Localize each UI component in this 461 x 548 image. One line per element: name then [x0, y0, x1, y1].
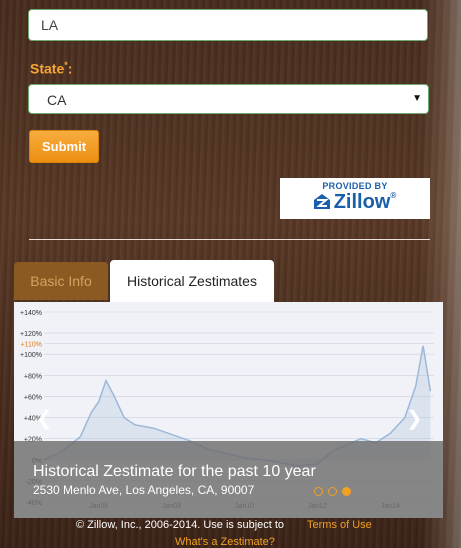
zillow-logo: Zillow®: [280, 191, 430, 214]
state-select[interactable]: CA ▼: [28, 84, 429, 114]
carousel-dot[interactable]: [314, 487, 323, 496]
tab-historical-zestimates[interactable]: Historical Zestimates: [110, 260, 274, 302]
carousel-dots: [314, 483, 356, 501]
provided-by-label: PROVIDED BY: [322, 181, 388, 191]
chart-caption-address: 2530 Menlo Ave, Los Angeles, CA, 90007: [33, 483, 255, 497]
y-tick-label: +120%: [20, 331, 42, 338]
carousel-dot[interactable]: [328, 487, 337, 496]
state-select-value: CA: [47, 92, 67, 108]
city-input[interactable]: [28, 9, 428, 41]
submit-button[interactable]: Submit: [29, 130, 99, 163]
y-tick-label: +60%: [24, 394, 42, 401]
state-label: State*:: [30, 60, 73, 77]
y-tick-label: +80%: [24, 373, 42, 380]
divider: [29, 239, 430, 240]
y-tick-label: +110%: [21, 342, 42, 349]
carousel-prev-icon[interactable]: ❮: [36, 406, 53, 431]
tab-basic-info[interactable]: Basic Info: [14, 262, 108, 300]
whats-a-zestimate-link[interactable]: What's a Zestimate?: [175, 536, 275, 548]
caret-down-icon: ▼: [412, 93, 422, 104]
zillow-house-icon: [313, 194, 330, 209]
carousel-next-icon[interactable]: ❯: [406, 406, 423, 431]
y-tick-label: +140%: [20, 310, 42, 317]
carousel-dot-active[interactable]: [342, 487, 351, 496]
footer-copyright: © Zillow, Inc., 2006-2014. Use is subjec…: [76, 519, 285, 531]
zestimate-chart-panel: +140%+120%+110%+100%+80%+60%+40%+20%0%-2…: [14, 302, 443, 518]
y-tick-label: +100%: [20, 352, 42, 359]
chart-caption-overlay: Historical Zestimate for the past 10 yea…: [14, 441, 443, 518]
zillow-badge[interactable]: PROVIDED BY Zillow®: [280, 178, 430, 219]
chart-caption-title: Historical Zestimate for the past 10 yea…: [33, 463, 316, 480]
terms-of-use-link[interactable]: Terms of Use: [307, 519, 372, 531]
